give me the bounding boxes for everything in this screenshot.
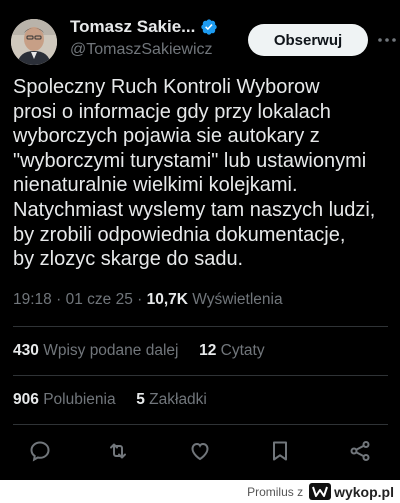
tweet-text-line: "wyborczymi turystami" lub ustawionymi xyxy=(13,149,367,172)
tweet-date[interactable]: 01 cze 25 xyxy=(66,291,133,308)
author-display-name[interactable]: Tomasz Sakie... xyxy=(70,17,195,37)
tweet-header: Tomasz Sakie... @TomaszSakiewicz Obserwu… xyxy=(11,16,396,68)
tweet-text-line: wyborczych pojawia sie autokary z xyxy=(13,125,320,148)
views-count: 10,7K xyxy=(146,291,188,308)
tweet-text-line: by zrobili odpowiednia dokumentacje, xyxy=(13,223,346,246)
quotes-count: 12 xyxy=(199,342,217,359)
share-icon[interactable] xyxy=(348,439,372,463)
views-label: Wyświetlenia xyxy=(192,291,283,308)
like-stats: 906 Polubienia 5 Zakładki xyxy=(13,391,207,409)
repost-icon[interactable] xyxy=(106,439,130,463)
likes-stat[interactable]: 906 Polubienia xyxy=(13,391,116,408)
reposts-count: 430 xyxy=(13,342,39,359)
wykop-logo-icon xyxy=(309,483,332,500)
follow-button[interactable]: Obserwuj xyxy=(248,24,368,56)
footer-connector: z xyxy=(297,484,304,499)
tweet-text-line: Natychmiast wyslemy tam naszych ludzi, xyxy=(13,198,376,221)
tweet-text-line: nienaturalnie wielkimi kolejkami. xyxy=(13,174,298,197)
divider xyxy=(13,424,388,425)
author-handle[interactable]: @TomaszSakiewicz xyxy=(70,41,213,59)
likes-label: Polubienia xyxy=(43,391,116,408)
wykop-logo-text: wykop.pl xyxy=(334,483,394,500)
bookmarks-stat[interactable]: 5 Zakładki xyxy=(136,391,207,408)
verified-badge-icon xyxy=(201,19,218,35)
tweet-text-line: prosi o informacje gdy przy lokalach xyxy=(13,100,331,123)
bookmarks-label: Zakładki xyxy=(149,391,207,408)
likes-count: 906 xyxy=(13,391,39,408)
tweet-meta: 19:18 · 01 cze 25 · 10,7K Wyświetlenia xyxy=(13,291,283,309)
tweet-text-line: Spoleczny Ruch Kontroli Wyborow xyxy=(13,76,320,98)
avatar[interactable] xyxy=(11,19,57,65)
reposts-stat[interactable]: 430 Wpisy podane dalej xyxy=(13,342,178,359)
meta-separator: · xyxy=(137,291,143,308)
divider xyxy=(13,326,388,327)
footer-username: Promilus xyxy=(247,484,294,499)
watermark-footer: Promilus z wykop.pl xyxy=(0,480,400,503)
reply-icon[interactable] xyxy=(28,439,52,463)
tweet-text-line: by zlozyc skarge do sadu. xyxy=(13,248,244,271)
tweet-text: Spoleczny Ruch Kontroli Wyborow prosi o … xyxy=(13,75,393,272)
quotes-label: Cytaty xyxy=(220,342,265,359)
bookmark-icon[interactable] xyxy=(268,439,292,463)
quotes-stat[interactable]: 12 Cytaty xyxy=(199,342,265,359)
more-options-icon[interactable] xyxy=(377,30,397,50)
action-bar xyxy=(0,433,400,469)
author-name-row: Tomasz Sakie... xyxy=(70,17,218,37)
divider xyxy=(13,375,388,376)
wykop-logo: wykop.pl xyxy=(309,483,394,500)
bookmarks-count: 5 xyxy=(136,391,145,408)
tweet-card: Tomasz Sakie... @TomaszSakiewicz Obserwu… xyxy=(0,0,400,480)
reposts-label: Wpisy podane dalej xyxy=(43,342,179,359)
meta-separator: · xyxy=(56,291,62,308)
like-icon[interactable] xyxy=(188,439,212,463)
repost-stats: 430 Wpisy podane dalej 12 Cytaty xyxy=(13,342,265,360)
footer-user: Promilus z xyxy=(247,485,303,499)
tweet-time[interactable]: 19:18 xyxy=(13,291,52,308)
